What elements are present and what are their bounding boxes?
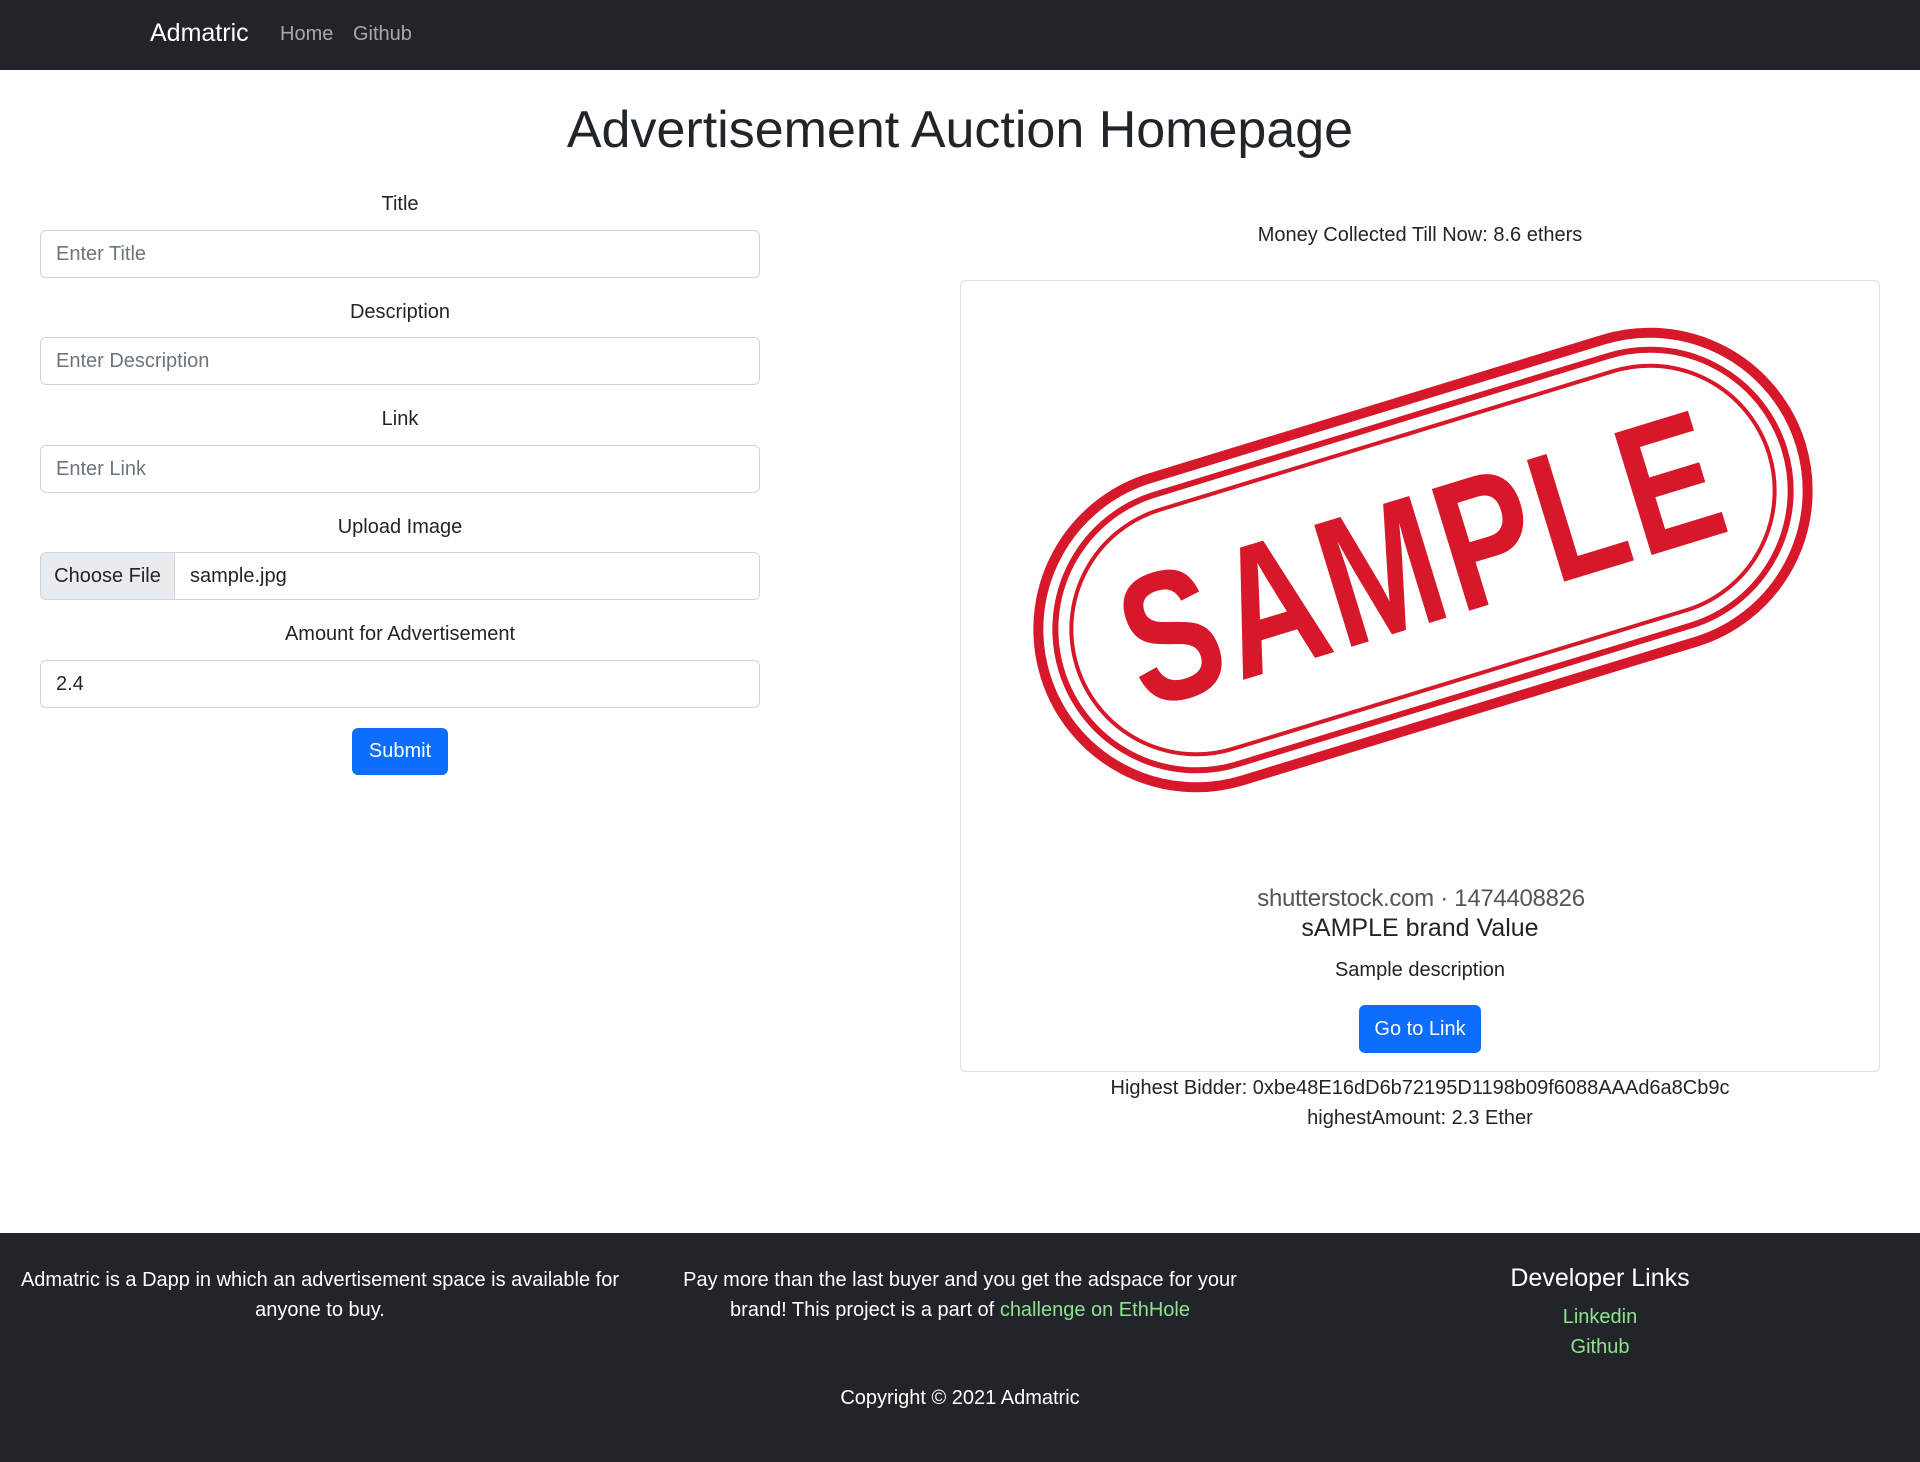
advertisement-card: SAMPLE shutterstock.com · 1474408826 sAM… — [960, 280, 1880, 1072]
linkedin-link[interactable]: Linkedin — [1400, 1306, 1800, 1329]
title-input[interactable] — [40, 230, 760, 278]
submit-button[interactable]: Submit — [352, 728, 448, 775]
upload-image-field[interactable]: Choose File sample.jpg — [40, 552, 760, 600]
highest-bidder: Highest Bidder: 0xbe48E16dD6b72195D1198b… — [1110, 1077, 1730, 1099]
card-title: sAMPLE brand Value — [1301, 914, 1539, 942]
developer-links-title: Developer Links — [1510, 1264, 1690, 1292]
highest-amount: highestAmount: 2.3 Ether — [1307, 1107, 1533, 1129]
description-input[interactable] — [40, 337, 760, 385]
copyright: Copyright © 2021 Admatric — [840, 1387, 1080, 1409]
title-label: Title — [381, 193, 419, 215]
footer: Admatric is a Dapp in which an advertise… — [0, 1233, 1920, 1462]
link-input[interactable] — [40, 445, 760, 493]
description-label: Description — [349, 301, 451, 323]
footer-github-link[interactable]: Github — [1400, 1336, 1800, 1359]
amount-input[interactable] — [40, 660, 760, 708]
go-to-link-button[interactable]: Go to Link — [1359, 1005, 1481, 1053]
page-title: Advertisement Auction Homepage — [566, 101, 1354, 159]
money-collected: Money Collected Till Now: 8.6 ethers — [1257, 224, 1583, 246]
nav-link-github[interactable]: Github — [353, 23, 412, 46]
selected-file-name: sample.jpg — [190, 564, 287, 587]
sample-stamp-graphic: SAMPLE — [1033, 327, 1813, 793]
footer-about: Admatric is a Dapp in which an advertise… — [20, 1269, 620, 1321]
navbar: Admatric Home Github — [0, 0, 1920, 70]
amount-label: Amount for Advertisement — [284, 623, 516, 645]
image-watermark: shutterstock.com · 1474408826 — [1257, 885, 1585, 912]
link-label: Link — [381, 408, 419, 430]
nav-link-home[interactable]: Home — [280, 23, 333, 46]
footer-pitch: Pay more than the last buyer and you get… — [680, 1265, 1240, 1325]
choose-file-button[interactable]: Choose File — [41, 553, 175, 599]
ethhole-challenge-link[interactable]: challenge on EthHole — [1000, 1299, 1190, 1321]
brand-link[interactable]: Admatric — [150, 19, 249, 48]
upload-image-label: Upload Image — [337, 516, 463, 538]
advertisement-image: SAMPLE shutterstock.com · 1474408826 — [1001, 305, 1841, 912]
card-description: Sample description — [1334, 959, 1506, 981]
